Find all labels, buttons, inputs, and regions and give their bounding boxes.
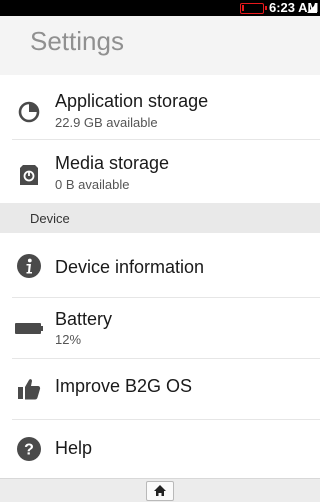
status-bar: 6:23 AM — [0, 0, 320, 16]
battery-status-icon — [240, 3, 267, 14]
battery-icon — [15, 323, 43, 334]
list-item-battery[interactable]: Battery 12% — [0, 298, 320, 358]
list-item-label: Device information — [55, 257, 205, 277]
header: Settings — [0, 16, 320, 75]
list-item-sublabel: 22.9 GB available — [55, 115, 158, 130]
list-item-label: Battery — [55, 309, 113, 329]
list-item-sublabel: 12% — [55, 332, 82, 347]
list-item-application-storage[interactable]: Application storage 22.9 GB available — [0, 75, 320, 139]
bottom-bar — [0, 478, 320, 502]
pie-chart-icon — [18, 101, 40, 123]
list-item-media-storage[interactable]: Media storage 0 B available — [0, 140, 320, 203]
list-item-help[interactable]: ? Help — [0, 420, 320, 478]
list-item-device-information[interactable]: Device information — [0, 233, 320, 297]
info-icon — [17, 254, 41, 278]
signal-icon — [307, 3, 317, 13]
thumbs-up-icon — [18, 379, 41, 400]
list-item-label: Help — [55, 438, 93, 458]
list-item-label: Application storage — [55, 91, 209, 111]
help-icon: ? — [17, 437, 41, 461]
page-title: Settings — [30, 26, 124, 56]
section-title: Device — [30, 211, 70, 226]
svg-text:?: ? — [24, 442, 34, 459]
home-icon — [154, 485, 166, 496]
list-item-label: Media storage — [55, 153, 170, 173]
list-item-sublabel: 0 B available — [55, 177, 130, 192]
section-header-device: Device — [0, 203, 320, 233]
list-item-label: Improve B2G OS — [55, 376, 193, 396]
list-item-improve-b2g-os[interactable]: Improve B2G OS — [0, 359, 320, 419]
sd-card-icon — [20, 165, 38, 185]
home-button[interactable] — [146, 481, 174, 501]
